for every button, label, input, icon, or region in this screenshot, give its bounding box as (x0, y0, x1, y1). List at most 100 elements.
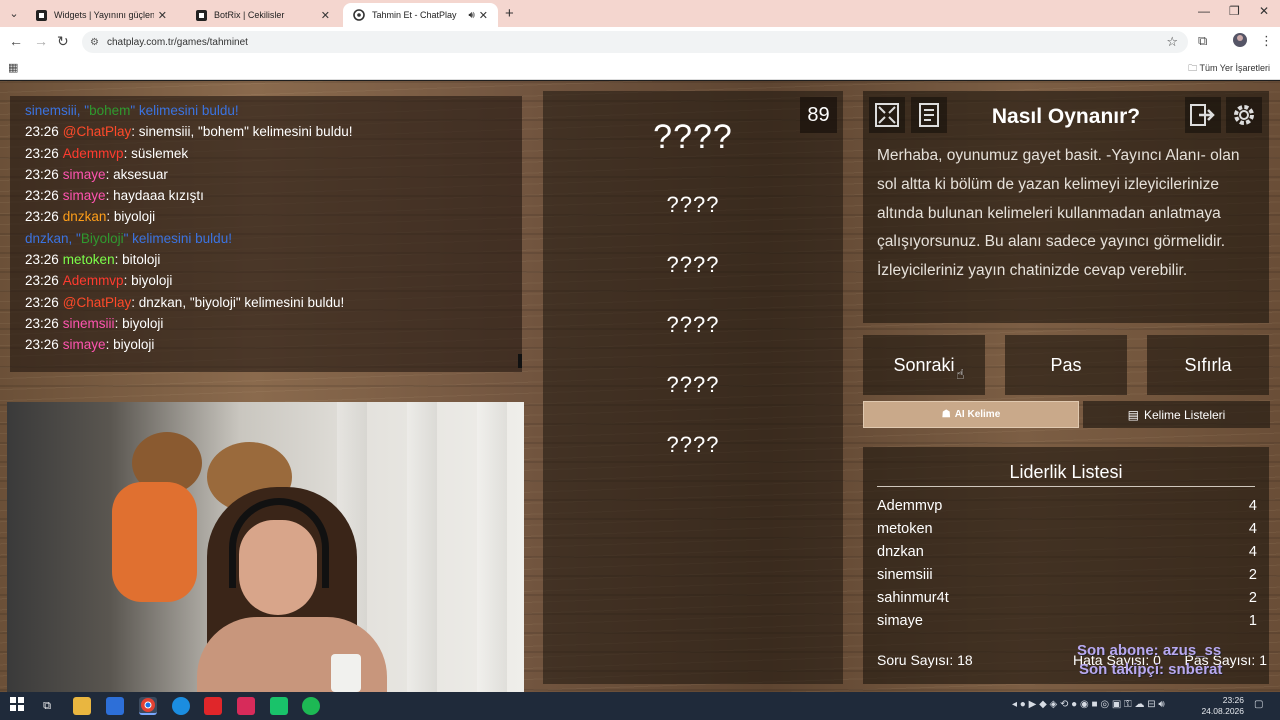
pass-button[interactable]: Pas (1005, 335, 1127, 395)
restore-button[interactable]: ❐ (1229, 4, 1240, 18)
word-panel: 89 ???? ???? ???? ???? ???? ???? (543, 91, 843, 684)
leaderboard-row: sinemsiii 2 (877, 567, 1257, 583)
word-lists-tab[interactable]: ▤ Kelime Listeleri (1083, 401, 1270, 428)
chatplay-icon (353, 9, 365, 21)
file-explorer-icon[interactable] (73, 697, 91, 715)
menu-kebab-icon[interactable]: ⋮ (1260, 33, 1273, 49)
tab-search-chevron-icon[interactable]: ⌄ (6, 6, 22, 22)
minimize-button[interactable]: — (1198, 4, 1210, 18)
chat-line: 23:26 Ademmvp: biyoloji (25, 273, 173, 289)
chrome-icon[interactable] (139, 697, 157, 715)
app-red-icon[interactable] (204, 697, 222, 715)
close-icon[interactable]: ✕ (158, 9, 167, 22)
bookmark-star-icon[interactable]: ☆ (1166, 34, 1178, 50)
leaderboard-row: metoken 4 (877, 521, 1257, 537)
task-view-icon[interactable]: ⧉ (38, 697, 56, 715)
list-icon: ▤ (1127, 407, 1139, 422)
chat-line: 23:26 metoken: bitoloji (25, 252, 161, 268)
back-button[interactable]: ← (9, 33, 23, 49)
extensions-icon[interactable]: ⧉ (1198, 33, 1207, 49)
robot-icon: ☗ (941, 409, 951, 420)
url-field[interactable]: ⚙︎ chatplay.com.tr/games/tahminet ☆ (82, 31, 1188, 53)
close-icon[interactable]: ✕ (321, 9, 330, 22)
forbidden-word: ???? (666, 252, 720, 277)
leaderboard-title: Liderlik Listesi (1009, 462, 1123, 482)
forbidden-word: ???? (666, 312, 720, 337)
target-word: ???? (653, 118, 733, 156)
chat-line: 23:26 sinemsiii: biyoloji (25, 315, 164, 331)
close-window-button[interactable]: ✕ (1259, 4, 1269, 18)
apps-grid-icon[interactable]: ▦ (8, 61, 18, 74)
app-pink-icon[interactable] (237, 697, 255, 715)
gear-icon[interactable] (1226, 97, 1262, 133)
tab-title: Tahmin Et - ChatPlay (372, 10, 457, 20)
tab-chatplay[interactable]: Tahmin Et - ChatPlay 🔊︎ ✕ (343, 3, 498, 27)
last-follower-overlay: Son takipçi: snberat (1079, 661, 1223, 678)
next-button[interactable]: Sonraki (863, 335, 985, 395)
tray-icons[interactable]: ◂ ● ▶ ◆ ◈ ⟲ ● ◉ ■ ◎ ▣ ⚿ ☁ ⊟ 🔊︎ (1012, 699, 1165, 710)
windows-start-icon[interactable] (8, 697, 26, 715)
teddy-bear-jersey (112, 482, 197, 602)
leaderboard-row: simaye 1 (877, 613, 1257, 629)
forbidden-word: ???? (666, 192, 720, 217)
outlook-icon[interactable] (106, 697, 124, 715)
chat-scrollbar[interactable] (518, 354, 522, 368)
chat-line: 23:26 @ChatPlay: dnzkan, "biyoloji" kelim… (25, 294, 345, 310)
hand-cursor-icon: ☝︎ (956, 366, 965, 382)
chat-line: 23:26 simaye: haydaaa kızıştı (25, 188, 204, 204)
close-icon[interactable]: ✕ (479, 9, 488, 22)
avatar[interactable] (1233, 33, 1247, 50)
site-info-icon[interactable]: ⚙︎ (90, 37, 99, 48)
last-subscriber-overlay: Son abone: azus_ss (1077, 642, 1222, 659)
spotify-icon[interactable] (302, 697, 320, 715)
leaderboard-row: sahinmur4t 2 (877, 590, 1257, 606)
folder-icon: 🗀︎ (1188, 63, 1198, 73)
headset (229, 498, 329, 588)
edge-icon[interactable] (172, 697, 190, 715)
chat-line: 23:26 simaye: biyoloji (25, 337, 155, 353)
question-count: Soru Sayısı: 18 (877, 652, 973, 668)
chat-system-line: sinemsiii, "bohem" kelimesini buldu! (25, 103, 239, 118)
forward-button[interactable]: → (34, 33, 48, 49)
curtain (477, 402, 507, 692)
chat-line: 23:26 dnzkan: biyoloji (25, 209, 156, 225)
address-bar-row: ← → ↻ ⚙︎ chatplay.com.tr/games/tahminet … (0, 27, 1280, 56)
all-bookmarks-link[interactable]: 🗀︎ Tüm Yer İşaretleri (1188, 61, 1270, 77)
chat-system-line: dnzkan, "Biyoloji" kelimesini buldu! (25, 230, 232, 246)
webcam-feed (7, 402, 524, 692)
exit-icon[interactable] (1185, 97, 1221, 133)
reload-button[interactable]: ↻ (57, 33, 69, 50)
url-text: chatplay.com.tr/games/tahminet (106, 36, 248, 48)
mug (331, 654, 361, 692)
tab-botrix[interactable]: BotRix | Cekilisler ✕ (185, 3, 340, 27)
botrix-icon (195, 9, 207, 21)
windows-taskbar: ⧉ ◂ ● ▶ ◆ ◈ ⟲ ● ◉ ■ ◎ ▣ ⚿ ☁ ⊟ 🔊︎ 23:26 2… (0, 692, 1280, 720)
ai-word-tab[interactable]: ☗ AI Kelime (863, 401, 1079, 428)
clock[interactable]: 23:26 24.08.2026 (1201, 695, 1244, 717)
divider (877, 486, 1255, 487)
bookmarks-bar: ▦ 🗀︎ Tüm Yer İşaretleri (0, 56, 1280, 80)
chat-line: 23:26 Ademmvp: süslemek (25, 145, 189, 161)
chat-line: 23:26 @ChatPlay: sinemsiii, "bohem" kelim… (25, 124, 353, 140)
notification-icon[interactable]: ▢ (1254, 699, 1263, 710)
curtain (407, 402, 437, 692)
clock-time: 23:26 (1222, 695, 1244, 705)
tab-widgets[interactable]: Widgets | Yayınını güçlendirmek ✕ (25, 3, 177, 27)
how-to-play-text: Merhaba, oyunumuz gayet basit. -Yayıncı … (877, 147, 1240, 280)
tab-title: Widgets | Yayınını güçlendirmek (54, 10, 154, 20)
reset-button[interactable]: Sıfırla (1147, 335, 1269, 395)
forbidden-word: ???? (666, 432, 720, 457)
leaderboard-row: Ademmvp 4 (877, 498, 1257, 514)
forbidden-word: ???? (666, 372, 720, 397)
how-to-play-panel: Nasıl Oynanır? Merhaba, oyunumuz gayet b… (863, 91, 1269, 323)
new-tab-button[interactable]: + (505, 5, 514, 22)
chat-panel: sinemsiii, "bohem" kelimesini buldu! 23:… (10, 96, 522, 372)
game-page: sinemsiii, "bohem" kelimesini buldu! 23:… (0, 81, 1280, 692)
speaker-icon[interactable]: 🔊︎ (468, 10, 474, 21)
app-green-icon[interactable] (270, 697, 288, 715)
clock-date: 24.08.2026 (1201, 706, 1244, 716)
leaderboard-row: dnzkan 4 (877, 544, 1257, 560)
browser-tab-strip: ⌄ Widgets | Yayınını güçlendirmek ✕ BotR… (0, 0, 1280, 27)
tab-title: BotRix | Cekilisler (214, 10, 285, 20)
botrix-icon (35, 9, 47, 21)
